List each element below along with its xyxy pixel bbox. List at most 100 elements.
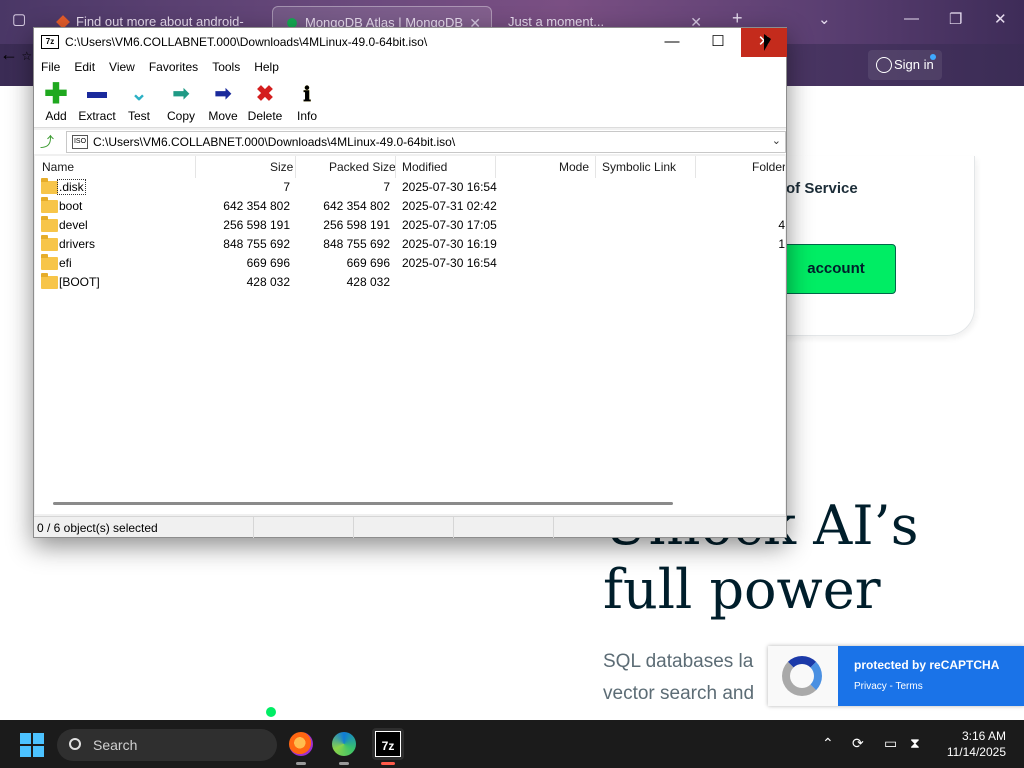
tray-chevron-up-icon[interactable]: ⌃ [822,735,834,752]
restore-browser-icon[interactable]: ❐ [949,10,962,28]
account-icon [876,57,892,73]
file-name: [BOOT] [59,275,100,289]
menu-favorites[interactable]: Favorites [142,57,205,74]
info-label: Info [296,109,317,123]
table-row[interactable]: drivers 848 755 692 848 755 692 2025-07-… [35,235,785,254]
iso-file-icon: ISO [72,135,88,149]
folder-icon [41,216,58,232]
clock-date: 11/14/2025 [946,745,1006,759]
recaptcha-title: protected by reCAPTCHA [854,658,1000,672]
recaptcha-links[interactable]: Privacy - Terms [854,681,1024,692]
recaptcha-text: protected by reCAPTCHA Privacy - Terms [838,646,1024,706]
file-packed-size: 7 [383,180,390,194]
minimize-browser-icon[interactable]: — [904,10,919,27]
delete-button[interactable]: ✖ Delete [243,81,287,124]
search-placeholder: Search [93,737,138,753]
menu-help[interactable]: Help [247,57,286,74]
file-modified: 2025-07-30 16:54 [402,256,497,270]
sign-in-button[interactable]: Sign in [868,50,942,80]
network-sound-icon[interactable]: ⧗ [910,735,920,752]
sevenzip-taskbar-button[interactable]: 7z [372,728,404,765]
move-button[interactable]: ➡ Move [201,82,245,123]
up-folder-icon[interactable]: ⤴ [38,133,56,151]
search-icon [69,738,81,750]
folder-icon [41,254,58,270]
delete-icon: ✖ [255,81,275,106]
file-packed-size: 642 354 802 [323,199,390,213]
system-clock[interactable]: 3:16 AM 11/14/2025 [940,728,1006,760]
menu-file[interactable]: File [34,57,67,74]
file-size: 642 354 802 [223,199,290,213]
display-icon[interactable]: ▭ [884,735,897,752]
file-size: 7 [283,180,290,194]
copy-button[interactable]: ➡ Copy [159,82,203,123]
firefox-icon [289,732,313,756]
sevenzip-icon: 7z [375,731,401,757]
toolbar: ✚ Add Extract ⌄ Test ➡ Copy ➡ Move ✖ Del… [34,78,786,128]
menu-tools[interactable]: Tools [205,57,247,74]
recaptcha-logo-icon [768,646,838,706]
sevenzip-app-icon[interactable]: 7z [41,35,59,49]
terms-of-service-link[interactable]: of Service [786,180,858,197]
chevron-down-icon[interactable]: ⌄ [772,134,781,147]
minimize-button[interactable]: — [649,28,695,57]
test-button[interactable]: ⌄ Test [117,82,161,123]
edge-browser-icon [332,732,356,756]
menu-edit[interactable]: Edit [67,57,102,74]
green-dot-decoration [266,707,276,717]
column-mode[interactable]: Mode [559,160,589,174]
bookmark-star-icon[interactable]: ☆ [21,49,32,63]
file-name: efi [59,256,72,270]
table-row[interactable]: devel 256 598 191 256 598 191 2025-07-30… [35,216,785,235]
add-button[interactable]: ✚ Add [34,80,78,124]
back-icon[interactable]: ← [0,44,18,64]
file-packed-size: 428 032 [346,275,390,289]
column-folders[interactable]: Folder [752,160,785,174]
recaptcha-badge[interactable]: protected by reCAPTCHA Privacy - Terms [768,646,1024,706]
address-combo[interactable]: ISO C:\Users\VM6.COLLABNET.000\Downloads… [66,131,786,153]
column-modified[interactable]: Modified [402,160,447,174]
folder-icon [41,197,58,213]
file-name: devel [59,218,88,232]
table-row[interactable]: .disk 7 7 2025-07-30 16:54 [35,178,785,197]
status-cell: 0 / 6 object(s) selected [34,517,254,538]
file-packed-size: 256 598 191 [323,218,390,232]
tab-list-chevron-icon[interactable]: ⌄ [818,10,831,28]
column-name[interactable]: Name [42,160,74,174]
firefox-taskbar-button[interactable] [285,728,317,765]
new-tab-icon[interactable]: + [732,8,743,29]
close-browser-icon[interactable]: ✕ [994,10,1007,28]
table-row[interactable]: boot 642 354 802 642 354 802 2025-07-31 … [35,197,785,216]
tab-overview-icon[interactable]: ▢ [12,10,26,28]
copy-label: Copy [166,109,195,123]
move-label: Move [208,109,238,123]
extract-label: Extract [78,109,116,123]
column-size[interactable]: Size [270,160,293,174]
window-title: C:\Users\VM6.COLLABNET.000\Downloads\4ML… [65,35,428,49]
clock-time: 3:16 AM [961,729,1006,743]
sync-icon[interactable]: ⟳ [852,735,864,752]
title-bar[interactable]: 7z C:\Users\VM6.COLLABNET.000\Downloads\… [34,28,787,57]
edge-taskbar-button[interactable] [328,728,360,765]
mouse-cursor [764,34,771,51]
file-size: 848 755 692 [223,237,290,251]
folder-icon [41,235,58,251]
taskbar-search[interactable]: Search [57,729,277,761]
info-button[interactable]: ℹ Info [285,82,329,123]
file-modified: 2025-07-31 02:42 [402,199,497,213]
file-name: drivers [59,237,96,251]
extract-button[interactable]: Extract [75,82,119,123]
address-bar: ⤴ ISO C:\Users\VM6.COLLABNET.000\Downloa… [34,130,786,154]
file-list[interactable]: Name Size Packed Size Modified Mode Symb… [35,156,785,514]
column-packed-size[interactable]: Packed Size [329,160,396,174]
column-symbolic-link[interactable]: Symbolic Link [602,160,676,174]
table-row[interactable]: [BOOT] 428 032 428 032 [35,273,785,292]
menu-view[interactable]: View [102,57,142,74]
maximize-button[interactable]: ☐ [695,28,741,57]
table-row[interactable]: efi 669 696 669 696 2025-07-30 16:54 [35,254,785,273]
horizontal-scrollbar[interactable] [53,502,673,505]
start-button-windows-icon[interactable] [20,733,44,757]
folder-icon [41,273,58,289]
info-icon: ℹ [303,82,311,106]
file-size: 669 696 [246,256,290,270]
